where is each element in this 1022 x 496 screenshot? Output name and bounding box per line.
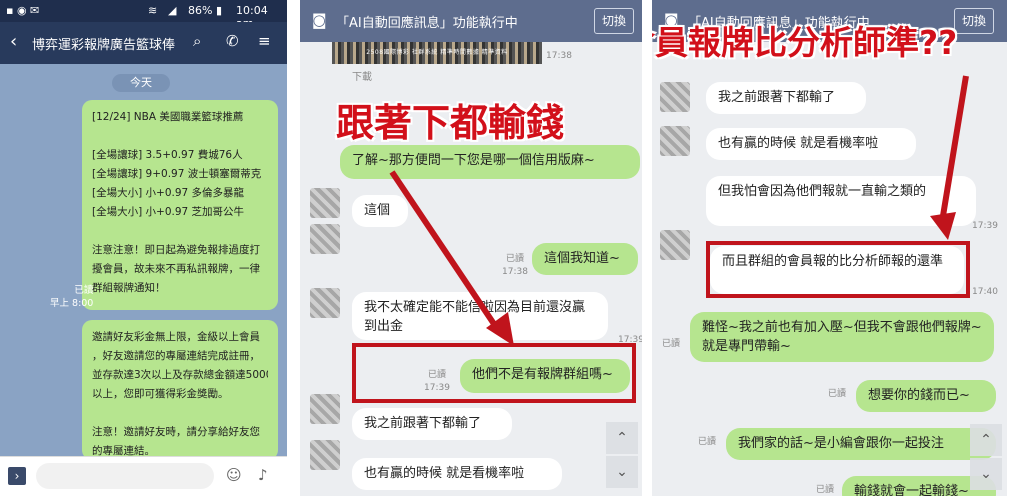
wifi-icon: ≋ [148, 4, 158, 17]
expand-icon[interactable]: › [8, 467, 26, 485]
emoji-icon[interactable]: ☺ [226, 466, 242, 484]
message-input[interactable] [36, 463, 214, 489]
chat-panel-right: ◙ 「AI自動回應訊息」功能執行中 切換 我之前跟著下都輸了 也有贏的時候 就是… [652, 0, 1007, 496]
input-bar: › ☺ ♪ [0, 456, 287, 496]
chat-panel-middle: ◙ 「AI自動回應訊息」功能執行中 切換 2508國際博彩 社群系統 精準時間數… [300, 0, 642, 496]
arrow-graphic [930, 75, 969, 240]
message-time: 早上 8:00 [50, 298, 94, 309]
message-bubble: [12/24] NBA 美國職業籃球推薦 [全場讓球] 3.5+0.97 費城7… [82, 100, 278, 310]
battery-level: 86% [188, 4, 213, 17]
read-receipt: 已讀 [74, 285, 94, 296]
phone-icon[interactable]: ✆ [226, 32, 239, 50]
back-icon[interactable]: ‹ [10, 31, 17, 52]
menu-icon[interactable]: ≡ [258, 32, 271, 50]
battery-icon: ▮ [216, 4, 223, 17]
search-icon[interactable]: ⌕ [193, 32, 201, 50]
app-icon: ▪ ◉ ✉ [6, 4, 40, 17]
date-chip: 今天 [112, 74, 170, 92]
chat-title: 博弈運彩報牌廣告籃球俸 [32, 38, 176, 53]
chat-nav-bar: ‹ 博弈運彩報牌廣告籃球俸 ⌕ ✆ ≡ [0, 22, 287, 64]
message-bubble: 邀請好友彩金無上限，金級以上會員 ，好友邀請您的專屬連結完成註冊， 並存款達3次… [82, 320, 278, 460]
chat-panel-left: ▪ ◉ ✉ ≋ ◢ 86% ▮ 10:04 am ‹ 博弈運彩報牌廣告籃球俸 ⌕… [0, 0, 287, 496]
arrow-graphic [389, 170, 514, 346]
message-meta: 已讀 早上 8:00 [50, 284, 93, 310]
status-bar: ▪ ◉ ✉ ≋ ◢ 86% ▮ 10:04 am [0, 0, 287, 30]
signal-icon: ◢ [168, 4, 177, 17]
microphone-icon[interactable]: ♪ [258, 466, 268, 484]
